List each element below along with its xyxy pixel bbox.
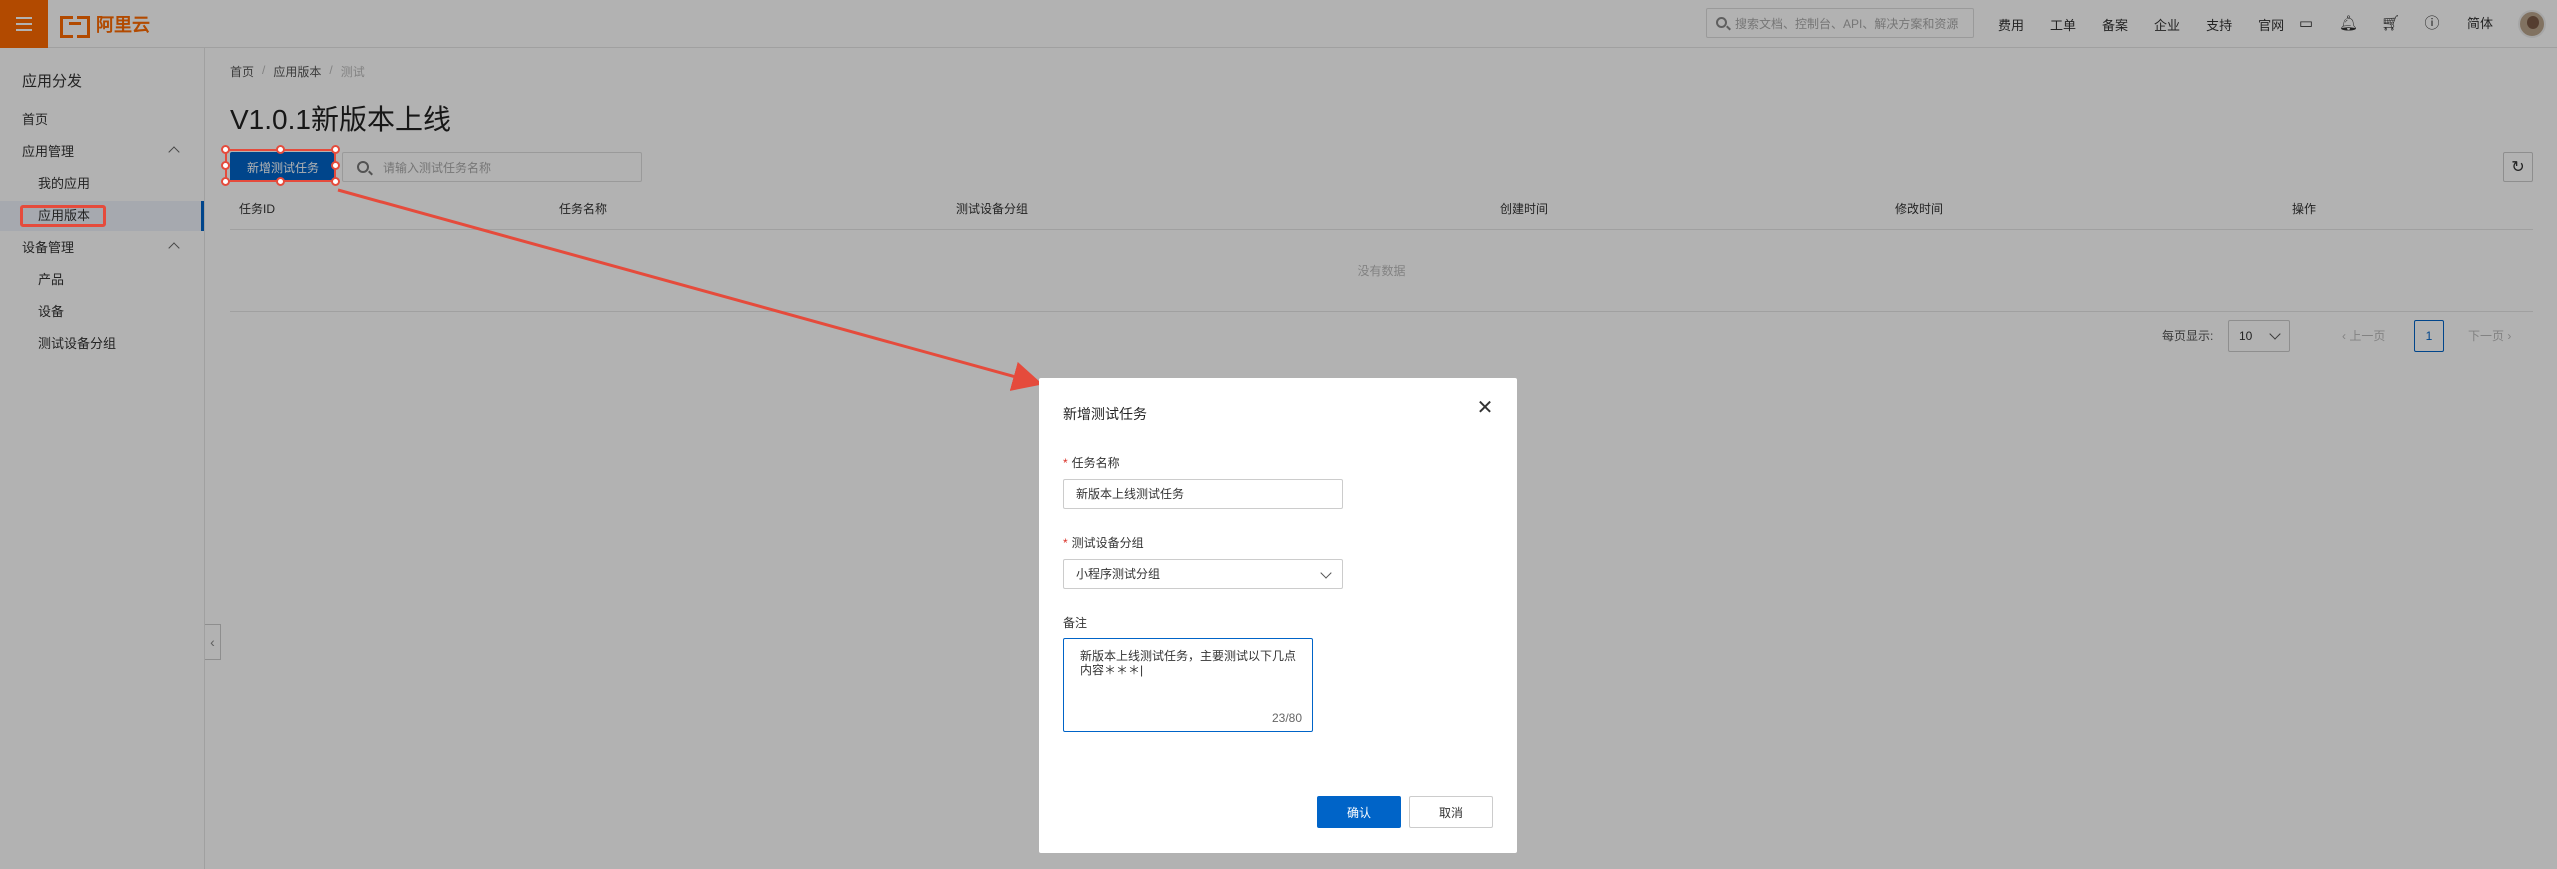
device-group-select[interactable]: 小程序测试分组 (1063, 559, 1343, 589)
task-name-value: 新版本上线测试任务 (1076, 487, 1185, 501)
device-group-label-text: 测试设备分组 (1071, 536, 1144, 550)
annotation-highlight-sidebar (20, 205, 106, 227)
device-group-value: 小程序测试分组 (1076, 567, 1161, 581)
annotation-handle (331, 145, 340, 154)
add-test-task-dialog: 新增测试任务 ✕ * 任务名称 新版本上线测试任务 * 测试设备分组 小程序测试分组… (1039, 378, 1517, 853)
cancel-button[interactable]: 取消 (1409, 796, 1493, 828)
chevron-down-icon (1320, 567, 1332, 579)
task-name-label-text: 任务名称 (1071, 456, 1120, 470)
note-value: 新版本上线测试任务，主要测试以下几点内容＊＊＊| (1080, 649, 1297, 677)
task-name-input[interactable]: 新版本上线测试任务 (1063, 479, 1343, 509)
annotation-handle (221, 145, 230, 154)
note-textarea[interactable]: 新版本上线测试任务，主要测试以下几点内容＊＊＊| 23/80 (1063, 638, 1313, 732)
device-group-label: * 测试设备分组 (1063, 536, 1144, 550)
dialog-title: 新增测试任务 (1063, 406, 1147, 422)
annotation-handle (331, 177, 340, 186)
task-name-label: * 任务名称 (1063, 456, 1120, 470)
note-char-count: 23/80 (1271, 711, 1302, 725)
annotation-handle (331, 161, 340, 170)
annotation-handle (221, 161, 230, 170)
annotation-handle (276, 177, 285, 186)
close-icon[interactable]: ✕ (1475, 398, 1495, 418)
annotation-handle (221, 177, 230, 186)
annotation-handle (276, 145, 285, 154)
confirm-button[interactable]: 确认 (1317, 796, 1401, 828)
note-label: 备注 (1063, 616, 1088, 630)
